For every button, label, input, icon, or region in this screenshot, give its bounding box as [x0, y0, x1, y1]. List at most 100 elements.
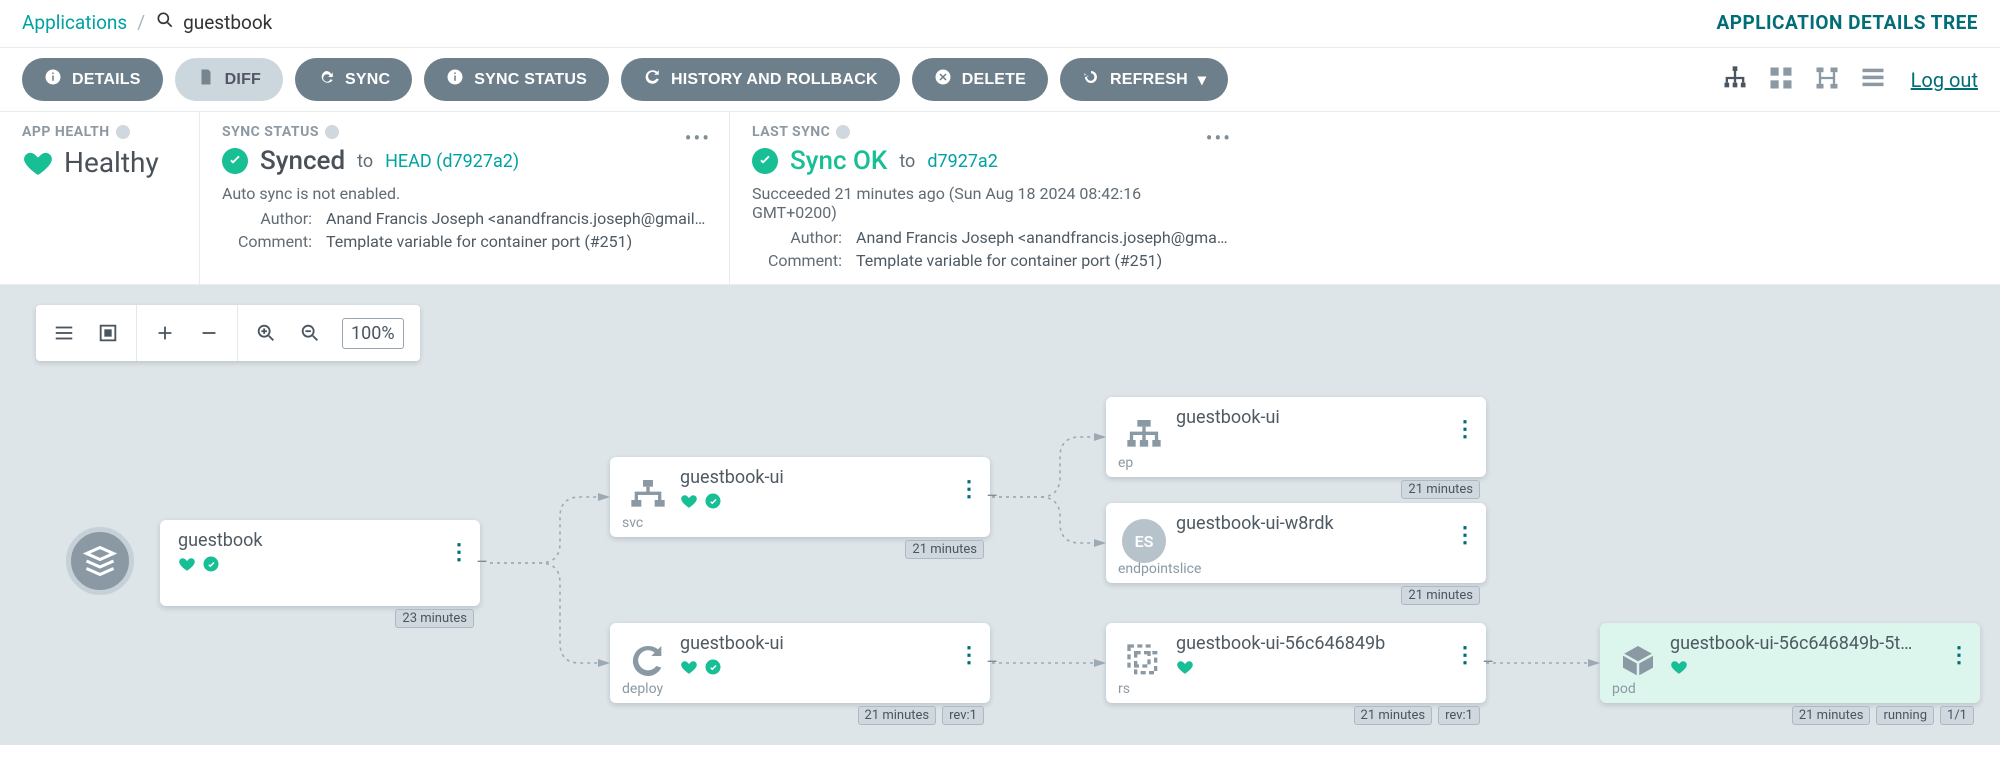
last-sync-sub: Succeeded 21 minutes ago (Sun Aug 18 202… — [752, 184, 1228, 222]
app-health-header: APP HEALTH — [22, 124, 110, 140]
app-health-panel: APP HEALTH Healthy — [0, 112, 200, 284]
heart-icon — [1176, 658, 1194, 676]
sync-author: Anand Francis Joseph <anandfrancis.josep… — [326, 209, 706, 228]
refresh-button[interactable]: REFRESH ▾ — [1060, 58, 1228, 101]
history-button[interactable]: HISTORY AND ROLLBACK — [621, 58, 900, 101]
age-badge: 21 minutes — [1401, 586, 1480, 605]
node-title: guestbook-ui — [680, 467, 980, 488]
sync-status-button[interactable]: SYNC STATUS — [424, 58, 609, 101]
age-badge: 21 minutes — [905, 540, 984, 559]
tree-view-icon[interactable] — [1721, 64, 1749, 96]
age-badge: 21 minutes — [1401, 480, 1480, 499]
help-icon[interactable] — [116, 125, 130, 139]
sync-status-panel: SYNC STATUS ••• Synced to HEAD (d7927a2)… — [200, 112, 730, 284]
node-title: guestbook-ui-56c646849b — [1176, 633, 1476, 654]
node-menu-icon[interactable]: ⋮ — [958, 477, 980, 502]
node-menu-icon[interactable]: ⋮ — [1454, 523, 1476, 548]
help-icon[interactable] — [325, 125, 339, 139]
last-sync-panel: LAST SYNC ••• Sync OK to d7927a2 Succeed… — [730, 112, 1250, 284]
sync-icon — [317, 68, 335, 91]
node-title: guestbook-ui — [1176, 407, 1476, 428]
sync-comment: Template variable for container port (#2… — [326, 232, 706, 251]
list-view-icon[interactable] — [1859, 64, 1887, 96]
diff-button[interactable]: DIFF — [175, 58, 283, 101]
node-kind: pod — [1612, 681, 1636, 697]
fit-screen-icon[interactable] — [86, 311, 130, 355]
check-circle-icon — [752, 148, 778, 174]
history-icon — [643, 68, 661, 91]
heart-icon — [178, 555, 196, 573]
details-button[interactable]: DETAILS — [22, 58, 163, 101]
info-icon — [44, 68, 62, 91]
node-kind: svc — [622, 515, 643, 531]
heart-icon — [1670, 658, 1688, 676]
check-circle-icon — [704, 492, 722, 510]
zoom-percent[interactable]: 100% — [342, 318, 404, 349]
layout-list-icon[interactable] — [42, 311, 86, 355]
tree-node-app[interactable]: guestbook ⋮ – 23 minutes — [160, 520, 480, 606]
tree-node-ep[interactable]: guestbook-ui ep ⋮ 21 minutes — [1106, 397, 1486, 477]
app-root-icon — [66, 527, 134, 595]
node-title: guestbook — [178, 530, 470, 551]
heart-icon — [22, 147, 54, 179]
breadcrumb: Applications / guestbook — [22, 10, 272, 35]
view-switcher: Log out — [1721, 64, 1978, 96]
node-menu-icon[interactable]: ⋮ — [958, 643, 980, 668]
zoom-plus-icon[interactable] — [143, 311, 187, 355]
delete-button[interactable]: DELETE — [912, 58, 1048, 101]
app-health-value: Healthy — [64, 146, 159, 179]
age-badge: 21 minutes — [1792, 706, 1871, 725]
tree-node-rs[interactable]: guestbook-ui-56c646849b rs ⋮ – 21 minute… — [1106, 623, 1486, 703]
tree-node-deploy[interactable]: guestbook-ui deploy ⋮ – 21 minutes rev:1 — [610, 623, 990, 703]
node-kind: endpointslice — [1118, 561, 1201, 577]
node-menu-icon[interactable]: ⋮ — [448, 540, 470, 565]
node-kind: rs — [1118, 681, 1130, 697]
breadcrumb-app: guestbook — [183, 11, 272, 34]
search-icon — [155, 10, 175, 35]
sync-rev-link[interactable]: HEAD (d7927a2) — [385, 151, 519, 172]
tree-node-pod[interactable]: guestbook-ui-56c646849b-5t… pod ⋮ 21 min… — [1600, 623, 1980, 703]
last-sync-value: Sync OK — [790, 146, 887, 176]
panel-menu-icon[interactable]: ••• — [1206, 126, 1232, 150]
last-sync-author: Anand Francis Joseph <anandfrancis.josep… — [856, 228, 1228, 247]
panel-menu-icon[interactable]: ••• — [685, 126, 711, 150]
app-search[interactable]: guestbook — [155, 10, 272, 35]
last-sync-rev-link[interactable]: d7927a2 — [927, 151, 998, 172]
breadcrumb-root-link[interactable]: Applications — [22, 11, 127, 34]
node-menu-icon[interactable]: ⋮ — [1454, 417, 1476, 442]
tree-node-svc[interactable]: guestbook-ui svc ⋮ – 21 minutes — [610, 457, 990, 537]
status-badge: running — [1876, 706, 1934, 725]
sync-status-header: SYNC STATUS — [222, 124, 319, 140]
action-bar: DETAILS DIFF SYNC SYNC STATUS HISTORY AN… — [22, 58, 1228, 101]
rev-badge: rev:1 — [1438, 706, 1480, 725]
logout-link[interactable]: Log out — [1911, 68, 1978, 92]
zoom-in-icon[interactable] — [244, 311, 288, 355]
rev-badge: rev:1 — [942, 706, 984, 725]
node-menu-icon[interactable]: ⋮ — [1454, 643, 1476, 668]
page-title: APPLICATION DETAILS TREE — [1716, 11, 1978, 34]
age-badge: 21 minutes — [858, 706, 937, 725]
help-icon[interactable] — [836, 125, 850, 139]
node-kind: deploy — [622, 681, 663, 697]
delete-icon — [934, 68, 952, 91]
grid-view-icon[interactable] — [1767, 64, 1795, 96]
check-circle-icon — [222, 148, 248, 174]
tree-node-endpointslice[interactable]: ES guestbook-ui-w8rdk endpointslice ⋮ 21… — [1106, 503, 1486, 583]
info-icon — [446, 68, 464, 91]
refresh-icon — [1082, 68, 1100, 91]
node-title: guestbook-ui-w8rdk — [1176, 513, 1476, 534]
last-sync-header: LAST SYNC — [752, 124, 830, 140]
sync-status-value: Synced — [260, 146, 345, 176]
node-title: guestbook-ui-56c646849b-5t… — [1670, 633, 1970, 654]
zoom-minus-icon[interactable] — [187, 311, 231, 355]
network-view-icon[interactable] — [1813, 64, 1841, 96]
sync-button[interactable]: SYNC — [295, 58, 412, 101]
node-kind: ep — [1118, 455, 1133, 471]
file-icon — [197, 68, 215, 91]
heart-icon — [680, 658, 698, 676]
node-title: guestbook-ui — [680, 633, 980, 654]
check-circle-icon — [704, 658, 722, 676]
age-badge: 23 minutes — [395, 609, 474, 628]
zoom-out-icon[interactable] — [288, 311, 332, 355]
node-menu-icon[interactable]: ⋮ — [1948, 643, 1970, 668]
